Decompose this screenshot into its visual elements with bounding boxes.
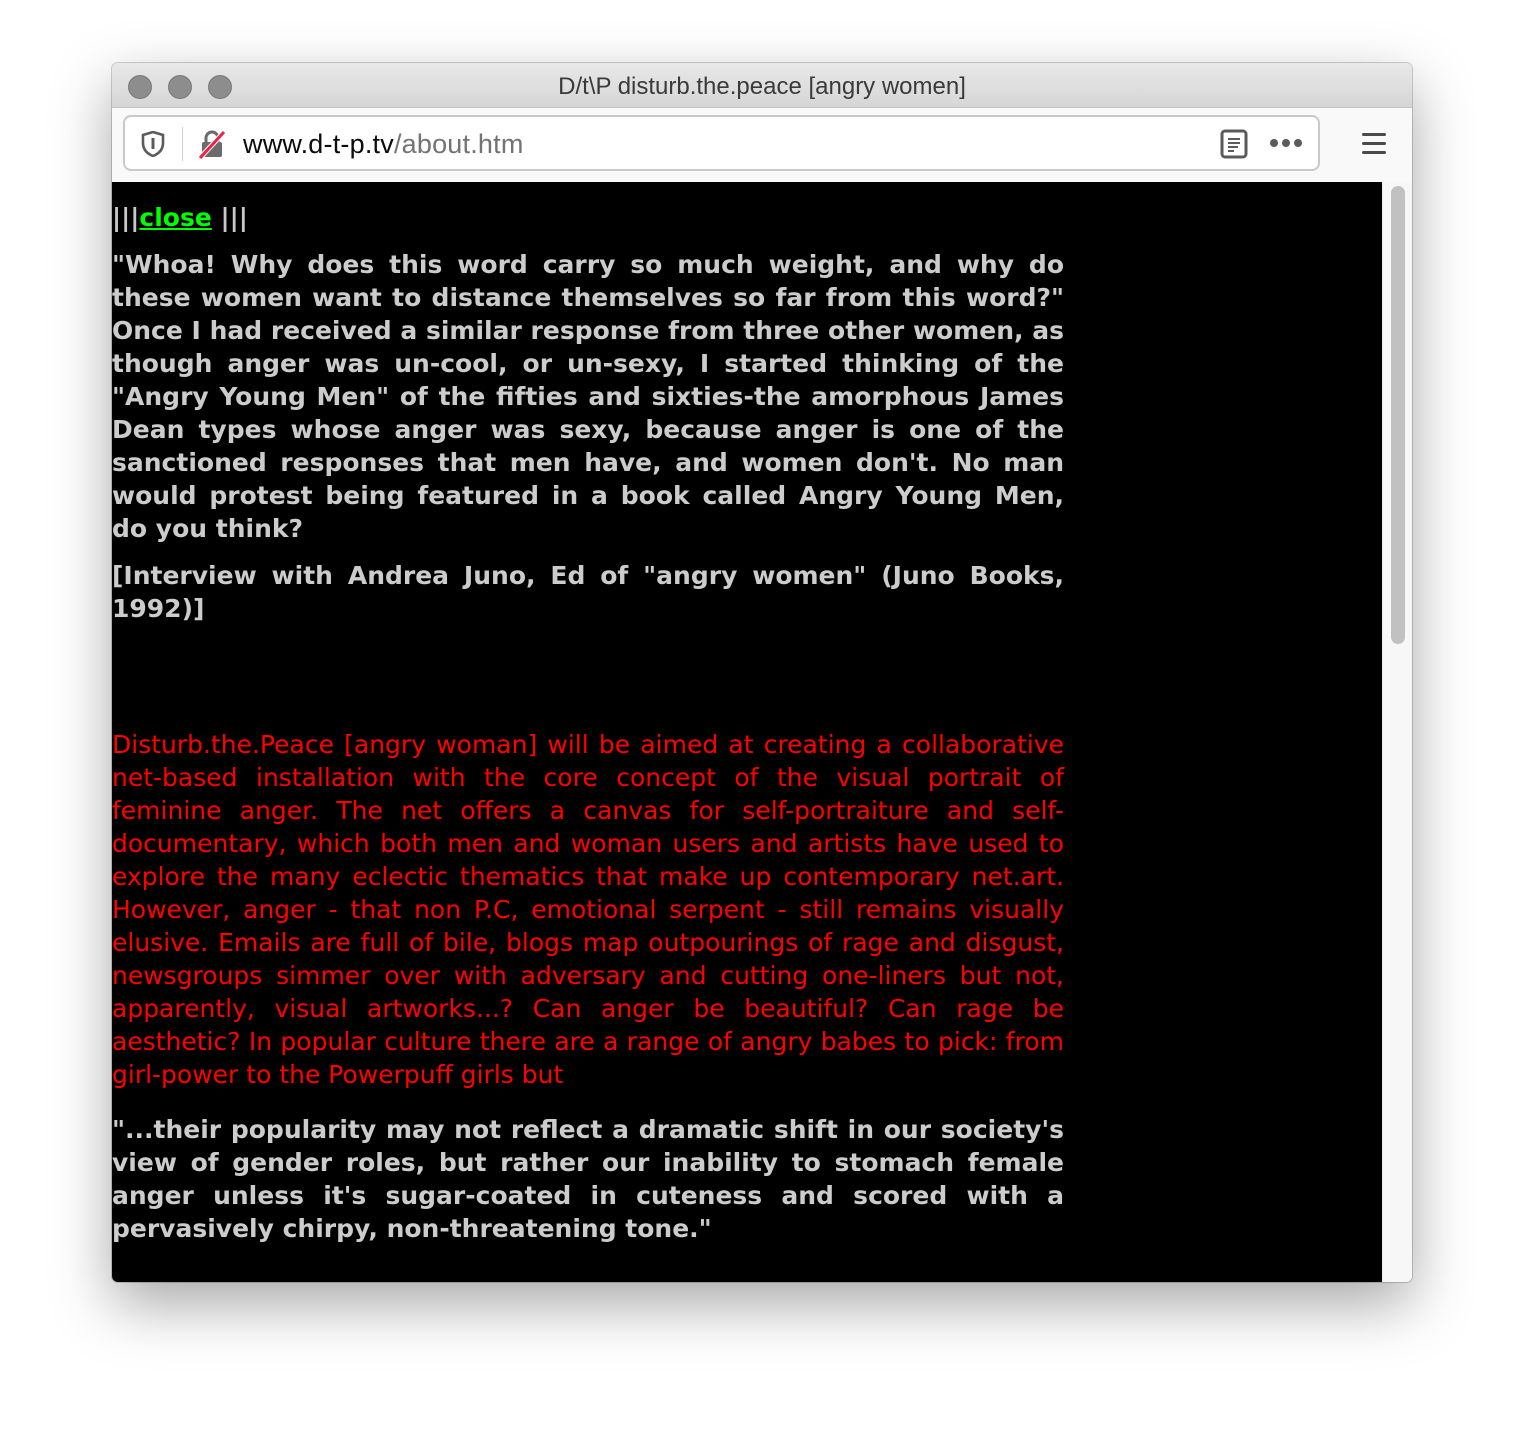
tracking-protection-shield-icon[interactable]: [141, 131, 165, 157]
nav-prefix: |||: [112, 203, 140, 232]
vertical-scrollbar[interactable]: [1382, 182, 1412, 1282]
close-nav: |||close |||: [112, 200, 1064, 236]
project-description: Disturb.the.Peace [angry woman] will be …: [112, 730, 1064, 1089]
scrollbar-thumb[interactable]: [1391, 186, 1405, 644]
closing-quote: "...their popularity may not reflect a d…: [112, 1115, 1064, 1243]
browser-window: D/t\P disturb.the.peace [angry women] ww…: [112, 63, 1412, 1282]
insecure-lock-icon[interactable]: [197, 129, 227, 159]
title-bar: D/t\P disturb.the.peace [angry women]: [112, 63, 1412, 108]
about-article: |||close ||| "Whoa! Why does this word c…: [112, 200, 1064, 1259]
citation: [Interview with Andrea Juno, Ed of "angr…: [112, 561, 1064, 623]
nav-suffix: |||: [211, 203, 248, 232]
hamburger-menu-icon[interactable]: [1360, 130, 1388, 158]
url-domain: www.d-t-p.tv: [243, 129, 394, 159]
page-actions-more-icon[interactable]: [1268, 133, 1308, 153]
browser-toolbar: www.d-t-p.tv/about.htm: [112, 108, 1412, 182]
address-bar-separator: [182, 127, 183, 161]
reader-view-icon[interactable]: [1220, 129, 1248, 159]
page-content: |||close ||| "Whoa! Why does this word c…: [112, 182, 1382, 1282]
address-bar[interactable]: www.d-t-p.tv/about.htm: [123, 115, 1320, 171]
url-path: /about.htm: [393, 129, 524, 159]
close-link[interactable]: close: [139, 203, 211, 232]
quote-paragraph: "Whoa! Why does this word carry so much …: [112, 250, 1064, 543]
window-title: D/t\P disturb.the.peace [angry women]: [558, 73, 966, 100]
url-text[interactable]: www.d-t-p.tv/about.htm: [243, 129, 524, 160]
